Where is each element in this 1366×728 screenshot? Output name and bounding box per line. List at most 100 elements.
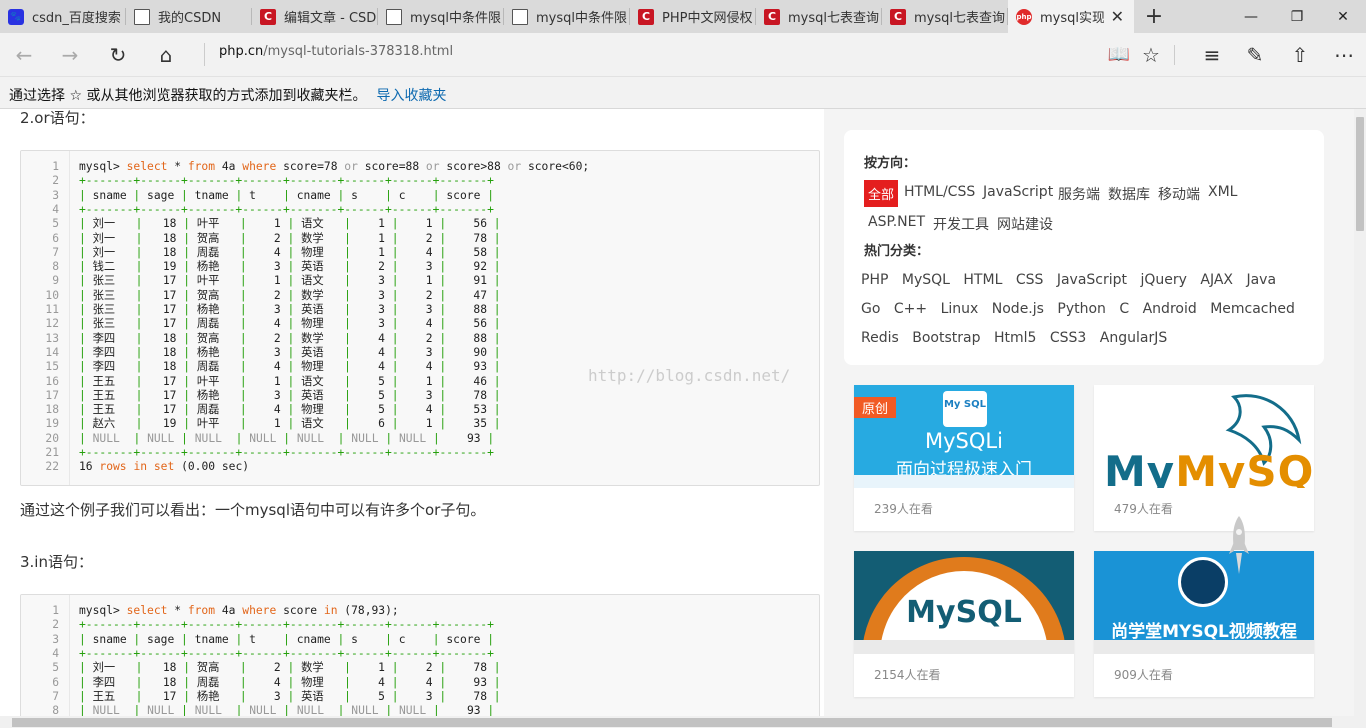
- page-icon: [512, 8, 528, 25]
- page-content: 2.or语句： 1 mysql> select * from 4a where s…: [0, 109, 1354, 716]
- section-heading: 2.or语句：: [20, 109, 95, 127]
- hot-category-link[interactable]: Memcached: [1210, 301, 1295, 317]
- code-text: +-------+------+-------+------+-------+-…: [79, 646, 494, 660]
- address-field[interactable]: php.cn/mysql-tutorials-378318.html: [219, 44, 453, 59]
- hot-category-link[interactable]: Java: [1246, 272, 1276, 288]
- browser-tab[interactable]: 我的CSDN: [126, 0, 252, 33]
- code-text: | 钱二 | 19 | 杨艳 | 3 | 英语 | 2 | 3 | 92 |: [79, 260, 501, 274]
- back-to-top-rocket-icon[interactable]: [1228, 516, 1250, 576]
- line-number: 21: [45, 446, 59, 459]
- browser-tab[interactable]: mysql中条件限: [504, 0, 630, 33]
- hot-category-link[interactable]: Python: [1057, 301, 1106, 317]
- browser-tab[interactable]: Cmysql七表查询: [756, 0, 882, 33]
- line-number: 6: [52, 675, 59, 689]
- refresh-icon[interactable]: ↻: [94, 33, 142, 76]
- course-card[interactable]: 尚学堂MYSQL视频教程 909人在看: [1094, 551, 1314, 697]
- close-tab-icon[interactable]: ✕: [1111, 7, 1124, 26]
- back-arrow-icon[interactable]: ←: [0, 33, 48, 76]
- view-count: 2154人在看: [874, 668, 941, 682]
- tab-title: mysql七表查询: [788, 11, 879, 26]
- line-number: 5: [52, 217, 59, 231]
- browser-tab[interactable]: C 编辑文章 - CSD: [252, 0, 378, 33]
- view-count: 909人在看: [1114, 668, 1173, 682]
- hot-category-link[interactable]: Android: [1143, 301, 1197, 317]
- direction-chip[interactable]: 数据库: [1108, 184, 1150, 204]
- more-icon[interactable]: ⋯: [1320, 33, 1366, 76]
- tab-title: mysql中条件限: [536, 11, 627, 26]
- direction-chip[interactable]: 移动端: [1158, 184, 1200, 204]
- code-text: | 赵六 | 19 | 叶平 | 1 | 语文 | 6 | 1 | 35 |: [79, 417, 501, 431]
- course-card[interactable]: MySQL 2154人在看: [854, 551, 1074, 697]
- hot-category-link[interactable]: Redis: [861, 330, 899, 346]
- direction-chip[interactable]: 开发工具: [933, 214, 989, 234]
- new-tab-button[interactable]: +: [1134, 0, 1174, 33]
- import-favorites-link[interactable]: 导入收藏夹: [376, 88, 446, 104]
- hot-category-link[interactable]: Linux: [941, 301, 979, 317]
- code-line: 19 | 赵六 | 19 | 叶平 | 1 | 语文 | 6 | 1 | 35 |: [21, 417, 819, 431]
- code-text: | 张三 | 17 | 杨艳 | 3 | 英语 | 3 | 3 | 88 |: [79, 303, 501, 316]
- code-text: | NULL | NULL | NULL | NULL | NULL | NUL…: [79, 431, 495, 445]
- hot-category-link[interactable]: MySQL: [902, 272, 950, 288]
- code-line: 9 | 张三 | 17 | 叶平 | 1 | 语文 | 3 | 1 | 91 |: [21, 274, 819, 288]
- code-line: 21 +-------+------+-------+------+-------…: [21, 446, 819, 460]
- course-card[interactable]: 原创 My SQL MySQLi 面向过程极速入门 239人在看: [854, 385, 1074, 531]
- favorites-bar: 通过选择 ☆ 或从其他浏览器获取的方式添加到收藏夹栏。 导入收藏夹: [0, 76, 1366, 109]
- forward-arrow-icon[interactable]: →: [46, 33, 94, 76]
- line-number: 18: [45, 403, 59, 417]
- hub-icon[interactable]: ≡: [1188, 33, 1236, 76]
- horizontal-scroll-thumb[interactable]: [12, 718, 1332, 727]
- web-note-icon[interactable]: ✎: [1231, 33, 1279, 76]
- browser-tab[interactable]: mysql中条件限: [378, 0, 504, 33]
- code-text: +-------+------+-------+------+-------+-…: [79, 446, 494, 459]
- hot-category-link[interactable]: C: [1119, 301, 1129, 317]
- hot-category-link[interactable]: Html5: [994, 330, 1036, 346]
- code-line: 11 | 张三 | 17 | 杨艳 | 3 | 英语 | 3 | 3 | 88 |: [21, 303, 819, 317]
- hot-category-link[interactable]: JavaScript: [1057, 272, 1127, 288]
- share-icon[interactable]: ⇧: [1276, 33, 1324, 76]
- article: 2.or语句： 1 mysql> select * from 4a where s…: [0, 109, 824, 716]
- line-number: 8: [52, 260, 59, 274]
- code-line: 20 | NULL | NULL | NULL | NULL | NULL | N…: [21, 431, 819, 446]
- course-title: 尚学堂MYSQL视频教程: [1111, 622, 1297, 642]
- direction-chip[interactable]: 全部: [864, 180, 899, 207]
- code-line: 6 | 刘一 | 18 | 贺高 | 2 | 数学 | 1 | 2 | 78 |: [21, 232, 819, 246]
- close-window-icon[interactable]: ✕: [1320, 0, 1366, 33]
- vertical-scroll-thumb[interactable]: [1356, 117, 1364, 231]
- browser-tab[interactable]: Cmysql七表查询: [882, 0, 1008, 33]
- direction-chip[interactable]: ASP.NET: [868, 214, 925, 230]
- direction-chip[interactable]: HTML/CSS: [904, 184, 975, 200]
- hot-category-link[interactable]: Go: [861, 301, 880, 317]
- browser-tab[interactable]: C PHP中文网侵权: [630, 0, 756, 33]
- minimize-icon[interactable]: —: [1228, 0, 1274, 33]
- direction-chip[interactable]: XML: [1208, 184, 1237, 200]
- code-line: 10 | 张三 | 17 | 贺高 | 2 | 数学 | 3 | 2 | 47 |: [21, 289, 819, 303]
- direction-chip[interactable]: 网站建设: [997, 214, 1053, 234]
- hot-category-link[interactable]: Bootstrap: [912, 330, 980, 346]
- direction-chip[interactable]: JavaScript: [983, 184, 1053, 200]
- home-icon[interactable]: ⌂: [142, 33, 190, 76]
- hot-category-link[interactable]: CSS: [1016, 272, 1044, 288]
- favorite-star-icon[interactable]: ☆: [1127, 33, 1175, 76]
- hot-category-link[interactable]: jQuery: [1140, 272, 1186, 288]
- url-path: /mysql-tutorials-378318.html: [263, 44, 454, 59]
- code-text: | 刘一 | 18 | 贺高 | 2 | 数学 | 1 | 2 | 78 |: [79, 661, 501, 675]
- hot-category-link[interactable]: AJAX: [1200, 272, 1233, 288]
- course-card[interactable]: MyMySQL 479人在看: [1094, 385, 1314, 531]
- hot-category-link[interactable]: PHP: [861, 272, 888, 288]
- php-icon: php: [1016, 8, 1032, 25]
- code-line: 1 mysql> select * from 4a where score in …: [21, 604, 819, 618]
- watermark: http://blog.csdn.net/: [588, 366, 791, 385]
- code-line: 22 16 rows in set (0.00 sec): [21, 460, 819, 474]
- hot-category-link[interactable]: AngularJS: [1100, 330, 1167, 346]
- line-number: 5: [52, 661, 59, 675]
- hot-category-link[interactable]: CSS3: [1050, 330, 1086, 346]
- hot-category-link[interactable]: HTML: [963, 272, 1002, 288]
- line-number: 7: [52, 245, 59, 259]
- hot-category-link[interactable]: Node.js: [992, 301, 1044, 317]
- code-text: mysql> select * from 4a where score in (…: [79, 604, 399, 617]
- browser-tab[interactable]: 🐾 csdn_百度搜索: [0, 0, 126, 33]
- restore-icon[interactable]: ❐: [1274, 0, 1320, 33]
- hot-category-link[interactable]: C++: [894, 301, 927, 317]
- browser-tab-active[interactable]: php mysql实现 ✕: [1008, 0, 1134, 33]
- direction-chip[interactable]: 服务端: [1058, 184, 1100, 204]
